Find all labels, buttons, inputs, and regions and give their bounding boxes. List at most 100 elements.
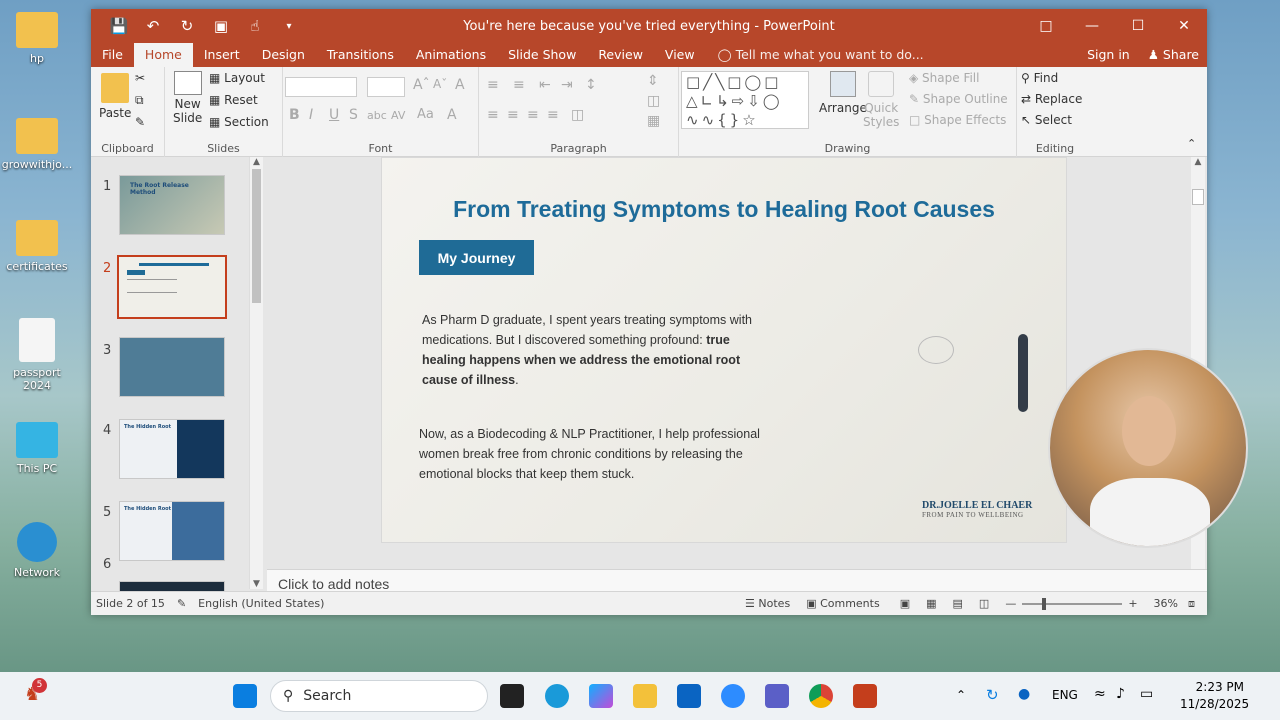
wifi-icon[interactable]: ≈ bbox=[1094, 686, 1106, 702]
clock[interactable]: 2:23 PM 11/28/2025 bbox=[1180, 679, 1249, 713]
numbering-icon[interactable]: ≡ bbox=[513, 77, 525, 93]
zoom-in-icon[interactable]: + bbox=[1128, 597, 1137, 610]
shrink-font-icon[interactable]: Aˇ bbox=[433, 77, 447, 91]
desktop-icon-growwithjo[interactable]: growwithjo... bbox=[0, 118, 74, 171]
edge-browser-icon[interactable] bbox=[545, 684, 569, 708]
shadow-icon[interactable]: S bbox=[349, 107, 358, 123]
format-painter-icon[interactable]: ✎ bbox=[135, 115, 145, 129]
align-left-icon[interactable]: ≡ bbox=[487, 107, 499, 123]
shape-effects-button[interactable]: □ Shape Effects bbox=[909, 113, 1006, 127]
smartart-icon[interactable]: ▦ bbox=[647, 113, 660, 129]
customize-qat-icon[interactable]: ▾ bbox=[279, 21, 299, 32]
slideshow-view-icon[interactable]: ◫ bbox=[979, 597, 989, 610]
tell-me-box[interactable]: ◯ Tell me what you want to do... bbox=[706, 43, 924, 67]
bullets-icon[interactable]: ≡ bbox=[487, 77, 499, 93]
slide-thumbnail-5[interactable]: The Hidden Root bbox=[119, 501, 225, 561]
tab-animations[interactable]: Animations bbox=[405, 43, 497, 67]
font-color-icon[interactable]: A bbox=[447, 107, 457, 123]
zoom-out-icon[interactable]: — bbox=[1005, 597, 1016, 610]
touch-mode-icon[interactable]: ☝ bbox=[245, 17, 265, 35]
slide-title[interactable]: From Treating Symptoms to Healing Root C… bbox=[382, 196, 1066, 223]
thumb-scrollbar[interactable]: ▲ ▼ bbox=[249, 157, 263, 589]
slide-sorter-icon[interactable]: ▦ bbox=[926, 597, 936, 610]
microphone-icon[interactable]: ● bbox=[1018, 686, 1030, 702]
strikethrough-icon[interactable]: abc bbox=[367, 109, 387, 122]
copy-icon[interactable]: ⧉ bbox=[135, 93, 144, 108]
desktop-icon-passport[interactable]: passport 2024 bbox=[0, 318, 74, 392]
find-button[interactable]: ⚲ Find bbox=[1021, 71, 1058, 85]
font-name-box[interactable] bbox=[285, 77, 357, 97]
close-icon[interactable]: ✕ bbox=[1161, 9, 1207, 43]
spellcheck-icon[interactable]: ✎ bbox=[177, 597, 186, 610]
save-icon[interactable]: 💾 bbox=[109, 17, 129, 35]
slide-thumbnail-2[interactable] bbox=[117, 255, 227, 319]
spacing-icon[interactable]: AV bbox=[391, 109, 405, 122]
scroll-down-icon[interactable]: ▼ bbox=[250, 579, 263, 589]
replace-button[interactable]: ⇄ Replace bbox=[1021, 92, 1082, 106]
desktop-icon-network[interactable]: Network bbox=[0, 522, 74, 579]
grow-font-icon[interactable]: Aˆ bbox=[413, 77, 430, 93]
slide-thumbnail-1[interactable]: The Root Release Method bbox=[119, 175, 225, 235]
slide-thumbnail-4[interactable]: The Hidden Root bbox=[119, 419, 225, 479]
powerpoint-icon[interactable] bbox=[853, 684, 877, 708]
zoom-slider[interactable] bbox=[1022, 597, 1123, 610]
line-spacing-icon[interactable]: ↕ bbox=[585, 77, 597, 93]
align-text-icon[interactable]: ◫ bbox=[647, 93, 660, 109]
font-size-box[interactable] bbox=[367, 77, 405, 97]
desktop-icon-this-pc[interactable]: This PC bbox=[0, 422, 74, 475]
zoom-icon[interactable] bbox=[721, 684, 745, 708]
maximize-icon[interactable]: ☐ bbox=[1115, 9, 1161, 43]
minimize-icon[interactable]: — bbox=[1069, 9, 1115, 43]
shape-fill-button[interactable]: ◈ Shape Fill bbox=[909, 71, 979, 85]
underline-icon[interactable]: U bbox=[329, 107, 339, 123]
battery-icon[interactable]: ▭ bbox=[1140, 686, 1153, 702]
tab-insert[interactable]: Insert bbox=[193, 43, 251, 67]
align-right-icon[interactable]: ≡ bbox=[527, 107, 539, 123]
present-icon[interactable]: ▣ bbox=[211, 17, 231, 35]
undo-icon[interactable]: ↶ bbox=[143, 17, 163, 35]
tab-file[interactable]: File bbox=[91, 43, 134, 67]
redo-icon[interactable]: ↻ bbox=[177, 17, 197, 35]
reading-view-icon[interactable]: ▤ bbox=[953, 597, 963, 610]
volume-icon[interactable]: ♪ bbox=[1116, 686, 1125, 702]
decrease-indent-icon[interactable]: ⇤ bbox=[539, 77, 551, 93]
italic-icon[interactable]: I bbox=[309, 107, 313, 123]
tab-view[interactable]: View bbox=[654, 43, 706, 67]
comments-toggle[interactable]: ▣ Comments bbox=[806, 597, 880, 610]
select-button[interactable]: ↖ Select bbox=[1021, 113, 1072, 127]
quick-styles-button[interactable]: Quick Styles bbox=[863, 71, 899, 129]
collapse-ribbon-icon[interactable]: ⌃ bbox=[1187, 137, 1196, 150]
scroll-up-icon[interactable]: ▲ bbox=[250, 157, 263, 167]
fit-to-window-icon[interactable]: ⧈ bbox=[1188, 597, 1195, 611]
my-journey-badge[interactable]: My Journey bbox=[419, 240, 534, 275]
sync-icon[interactable]: ↻ bbox=[986, 686, 999, 704]
scroll-thumb[interactable] bbox=[252, 169, 261, 303]
taskbar-search[interactable]: ⚲ Search bbox=[270, 680, 488, 712]
sign-in-link[interactable]: Sign in bbox=[1087, 43, 1130, 67]
zoom-level[interactable]: 36% bbox=[1154, 597, 1178, 610]
tab-transitions[interactable]: Transitions bbox=[316, 43, 405, 67]
tab-slide-show[interactable]: Slide Show bbox=[497, 43, 587, 67]
ribbon-display-icon[interactable]: □ bbox=[1023, 9, 1069, 43]
teams-icon[interactable] bbox=[765, 684, 789, 708]
outlook-icon[interactable] bbox=[677, 684, 701, 708]
desktop-icon-hp[interactable]: hp bbox=[0, 12, 74, 65]
slide-paragraph-2[interactable]: Now, as a Biodecoding & NLP Practitioner… bbox=[419, 424, 779, 484]
input-language[interactable]: ENG bbox=[1052, 688, 1078, 702]
scroll-thumb[interactable] bbox=[1192, 189, 1204, 205]
tab-design[interactable]: Design bbox=[251, 43, 316, 67]
share-button[interactable]: ♟ Share bbox=[1148, 43, 1199, 67]
slide-thumbnail-3[interactable] bbox=[119, 337, 225, 397]
text-direction-icon[interactable]: ⇕ bbox=[647, 73, 659, 89]
change-case-icon[interactable]: Aa bbox=[417, 107, 434, 122]
desktop-icon-certificates[interactable]: certificates bbox=[0, 220, 74, 273]
language-indicator[interactable]: English (United States) bbox=[198, 597, 324, 610]
scroll-up-icon[interactable]: ▲ bbox=[1191, 157, 1205, 167]
chrome-icon[interactable] bbox=[809, 684, 833, 708]
notification-app-icon[interactable]: ♞ 5 bbox=[24, 678, 48, 708]
increase-indent-icon[interactable]: ⇥ bbox=[561, 77, 573, 93]
current-slide[interactable]: From Treating Symptoms to Healing Root C… bbox=[381, 157, 1067, 543]
normal-view-icon[interactable]: ▣ bbox=[900, 597, 910, 610]
cut-icon[interactable]: ✂ bbox=[135, 71, 145, 85]
tray-chevron-icon[interactable]: ⌃ bbox=[956, 688, 966, 702]
